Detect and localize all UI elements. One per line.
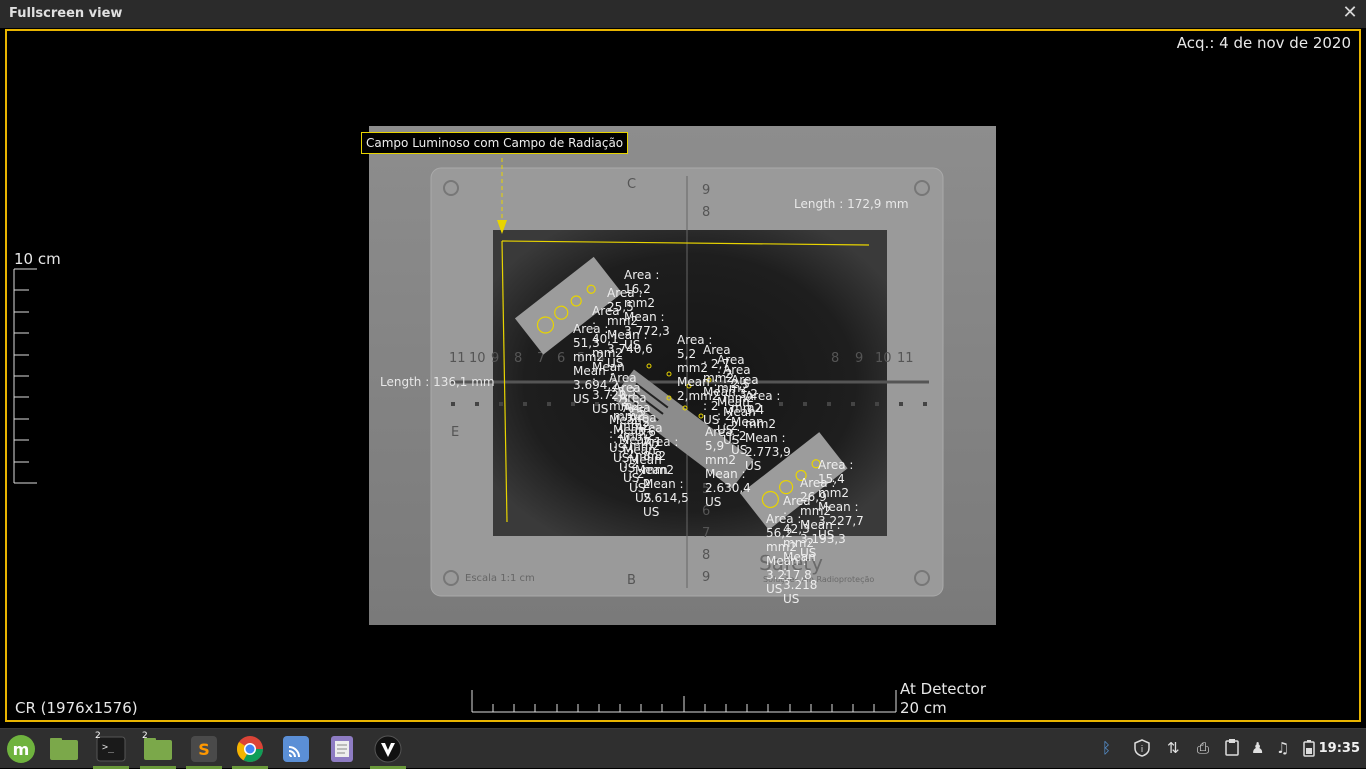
measurement: Area : 3,4 mm2 Mean : 2.773,9 US (745, 389, 791, 473)
svg-text:8: 8 (514, 351, 522, 366)
taskbar: m 2 >_ 2 S ᛒ i ⇅ ⎙ ♟ ♫ 19:35 (0, 728, 1366, 769)
bluetooth-icon[interactable]: ᛒ (1102, 739, 1111, 757)
svg-text:>_: >_ (102, 742, 115, 753)
svg-text:7: 7 (702, 526, 710, 541)
left-scale-ruler (13, 268, 37, 484)
svg-text:10: 10 (875, 351, 892, 366)
measurement: Area : 8,8 mm2 Mean : 2.614,5 US (643, 435, 689, 519)
printer-icon[interactable]: ⎙ (1197, 739, 1209, 757)
cast-icon[interactable] (278, 733, 314, 765)
xray-image[interactable]: 11 10 9 876 54 8 9 10 11 98 567 89 CBE Escala… (361, 126, 996, 625)
bottom-scale-ruler (471, 690, 897, 713)
folder-badge: 2 (142, 731, 148, 741)
svg-text:9: 9 (855, 351, 863, 366)
shield-icon[interactable]: i (1133, 739, 1151, 761)
scale-length-label: 20 cm (900, 699, 947, 717)
left-scale-label: 10 cm (14, 250, 61, 268)
svg-text:8: 8 (702, 548, 710, 563)
notes-icon[interactable] (324, 733, 360, 765)
scale-detector-label: At Detector (900, 680, 987, 698)
close-icon[interactable]: ✕ (1340, 3, 1360, 23)
svg-text:9: 9 (702, 570, 710, 585)
phantom-scale-text: Escala 1:1 cm (465, 573, 535, 584)
length-label-top: Length : 172,9 mm (794, 197, 909, 211)
battery-icon[interactable] (1302, 739, 1316, 761)
svg-text:B: B (627, 573, 636, 588)
files-icon[interactable] (46, 733, 82, 765)
music-icon[interactable]: ♫ (1276, 739, 1289, 757)
svg-text:S: S (198, 740, 210, 759)
svg-text:6: 6 (557, 351, 565, 366)
image-viewer[interactable]: Acq.: 4 de nov de 2020 10 cm CR (1976x15… (5, 29, 1361, 722)
clipboard-icon[interactable] (1224, 739, 1240, 761)
window-title: Fullscreen view (9, 6, 123, 21)
svg-text:m: m (13, 740, 30, 759)
acquisition-date: Acq.: 4 de nov de 2020 (1176, 34, 1351, 52)
chrome-icon[interactable] (232, 733, 268, 769)
terminal-icon[interactable]: 2 >_ (93, 731, 129, 769)
mint-menu-icon[interactable]: m (3, 733, 39, 765)
measurement: Area : 5,9 mm2 Mean : 2.630,4 US (705, 425, 751, 509)
clock[interactable]: 19:35 (1319, 741, 1360, 756)
svg-text:i: i (1141, 745, 1144, 755)
svg-text:9: 9 (491, 351, 499, 366)
svg-text:C: C (627, 177, 636, 192)
notification-icon[interactable]: ♟ (1251, 739, 1264, 757)
svg-text:11: 11 (449, 351, 466, 366)
image-info: CR (1976x1576) (15, 699, 138, 717)
svg-text:8: 8 (831, 351, 839, 366)
callout-text: Campo Luminoso com Campo de Radiação (366, 136, 624, 150)
viewer-app-icon[interactable] (370, 733, 406, 769)
callout-box[interactable]: Campo Luminoso com Campo de Radiação (361, 132, 629, 154)
svg-text:8: 8 (702, 205, 710, 220)
svg-text:9: 9 (702, 183, 710, 198)
folder-icon[interactable]: 2 (140, 731, 176, 769)
svg-text:E: E (451, 425, 459, 440)
svg-text:10: 10 (469, 351, 486, 366)
svg-text:11: 11 (897, 351, 914, 366)
measurement: Area : 56,2 mm2 Mean : 3.217,8 US (766, 512, 812, 596)
length-label-left: Length : 136,1 mm (380, 375, 495, 389)
sublime-icon[interactable]: S (186, 733, 222, 769)
window-titlebar: Fullscreen view ✕ (0, 0, 1366, 28)
terminal-badge: 2 (95, 731, 101, 741)
network-icon[interactable]: ⇅ (1167, 739, 1180, 757)
